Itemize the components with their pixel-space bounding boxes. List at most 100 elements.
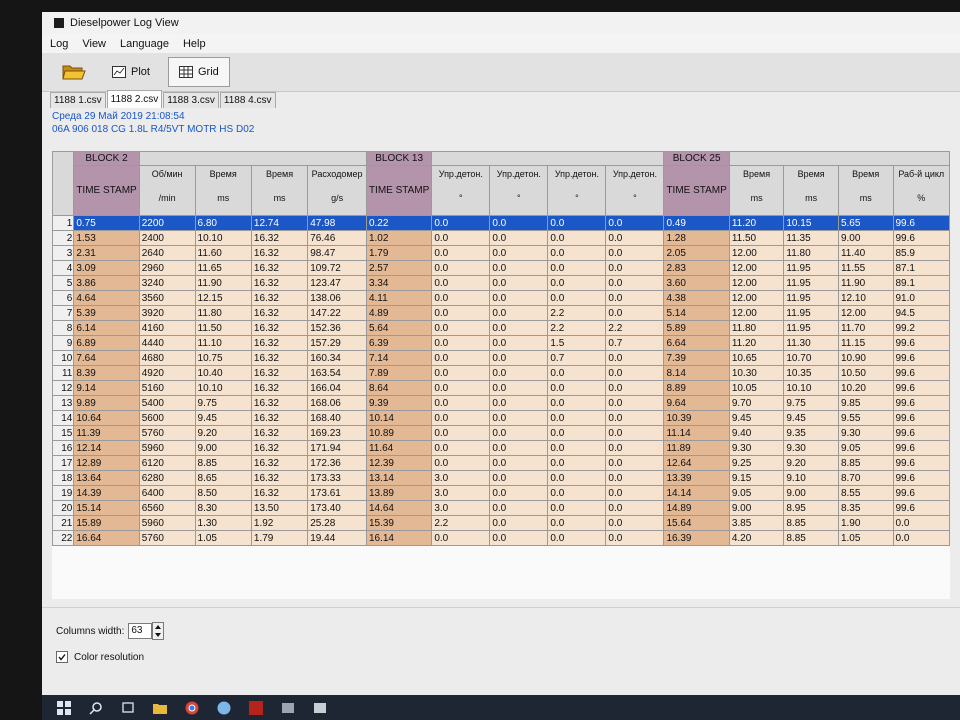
value-cell[interactable]: 99.6 <box>892 455 950 471</box>
value-cell[interactable]: 11.95 <box>783 305 839 321</box>
menu-help[interactable]: Help <box>175 38 212 50</box>
value-cell[interactable]: 99.6 <box>892 500 950 516</box>
timestamp-cell[interactable]: 11.14 <box>663 425 730 441</box>
value-cell[interactable]: 99.2 <box>892 320 950 336</box>
file-explorer-icon[interactable] <box>150 698 170 718</box>
value-cell[interactable]: 1.79 <box>250 530 309 546</box>
timestamp-cell[interactable]: 5.39 <box>73 305 140 321</box>
value-cell[interactable]: 1.5 <box>547 335 607 351</box>
value-cell[interactable]: 169.23 <box>307 425 367 441</box>
row-number[interactable]: 4 <box>52 260 75 276</box>
table-row[interactable]: 17 12.89 6120 8.85 16.32 172.36 12.39 0.0 0.0 0.0… <box>52 455 950 471</box>
column-header[interactable]: Расходомер g/s <box>307 165 367 216</box>
value-cell[interactable]: 11.30 <box>783 335 839 351</box>
value-cell[interactable]: 11.60 <box>194 245 252 261</box>
value-cell[interactable]: 10.75 <box>194 350 252 366</box>
app-icon[interactable] <box>278 698 298 718</box>
value-cell[interactable]: 0.0 <box>605 530 665 546</box>
value-cell[interactable]: 3560 <box>138 290 196 306</box>
row-number[interactable]: 1 <box>52 215 75 231</box>
timestamp-cell[interactable]: 2.31 <box>73 245 140 261</box>
timestamp-cell[interactable]: 16.39 <box>663 530 730 546</box>
value-cell[interactable]: 9.15 <box>728 470 785 486</box>
value-cell[interactable]: 0.0 <box>489 410 549 426</box>
value-cell[interactable]: 99.6 <box>892 395 950 411</box>
value-cell[interactable]: 10.50 <box>837 365 894 381</box>
value-cell[interactable]: 2400 <box>138 230 196 246</box>
value-cell[interactable]: 16.32 <box>250 365 309 381</box>
column-header[interactable]: Упр.детон. ° <box>431 165 491 216</box>
timestamp-cell[interactable]: 3.60 <box>663 275 730 291</box>
timestamp-cell[interactable]: 4.38 <box>663 290 730 306</box>
timestamp-cell[interactable]: 14.14 <box>663 485 730 501</box>
value-cell[interactable]: 16.32 <box>250 290 309 306</box>
value-cell[interactable]: 85.9 <box>892 245 950 261</box>
value-cell[interactable]: 0.0 <box>605 395 665 411</box>
column-header[interactable]: Время ms <box>783 165 839 216</box>
timestamp-cell[interactable]: 11.89 <box>663 440 730 456</box>
value-cell[interactable]: 98.47 <box>307 245 367 261</box>
tab-file-4[interactable]: 1188 4.csv <box>219 92 276 108</box>
timestamp-cell[interactable]: 0.75 <box>73 215 140 231</box>
timestamp-cell[interactable]: 9.89 <box>73 395 140 411</box>
value-cell[interactable]: 87.1 <box>892 260 950 276</box>
row-number[interactable]: 5 <box>52 275 75 291</box>
timestamp-cell[interactable]: 3.86 <box>73 275 140 291</box>
value-cell[interactable]: 9.00 <box>194 440 252 456</box>
row-number[interactable]: 18 <box>52 470 75 486</box>
table-row[interactable]: 12 9.14 5160 10.10 16.32 166.04 8.64 0.0 0.0 0.0 0… <box>52 380 950 396</box>
value-cell[interactable]: 2.2 <box>547 305 607 321</box>
row-number[interactable]: 17 <box>52 455 75 471</box>
timestamp-cell[interactable]: 0.22 <box>365 215 433 231</box>
value-cell[interactable]: 3.85 <box>728 515 785 531</box>
value-cell[interactable]: 9.00 <box>783 485 839 501</box>
value-cell[interactable]: 0.0 <box>489 275 549 291</box>
timestamp-cell[interactable]: 6.39 <box>365 335 433 351</box>
timestamp-cell[interactable]: 2.83 <box>663 260 730 276</box>
value-cell[interactable]: 12.00 <box>728 275 785 291</box>
value-cell[interactable]: 2.2 <box>605 320 665 336</box>
acrobat-icon[interactable] <box>246 698 266 718</box>
value-cell[interactable]: 13.50 <box>250 500 309 516</box>
value-cell[interactable]: 9.10 <box>783 470 839 486</box>
timestamp-column-header[interactable]: TIME STAMP <box>73 165 140 216</box>
timestamp-cell[interactable]: 14.64 <box>365 500 433 516</box>
value-cell[interactable]: 16.32 <box>250 320 309 336</box>
value-cell[interactable]: 9.25 <box>728 455 785 471</box>
value-cell[interactable]: 16.32 <box>250 410 309 426</box>
timestamp-cell[interactable]: 5.14 <box>663 305 730 321</box>
timestamp-cell[interactable]: 2.57 <box>365 260 433 276</box>
value-cell[interactable]: 8.85 <box>783 530 839 546</box>
value-cell[interactable]: 9.30 <box>728 440 785 456</box>
search-icon[interactable] <box>86 698 106 718</box>
tab-file-2[interactable]: 1188 2.csv <box>106 90 163 108</box>
value-cell[interactable]: 99.6 <box>892 410 950 426</box>
value-cell[interactable]: 3920 <box>138 305 196 321</box>
value-cell[interactable]: 0.0 <box>547 215 607 231</box>
table-row[interactable]: 9 6.89 4440 11.10 16.32 157.29 6.39 0.0 0.0 1.5 0.… <box>52 335 950 351</box>
row-number[interactable]: 15 <box>52 425 75 441</box>
value-cell[interactable]: 47.98 <box>307 215 367 231</box>
value-cell[interactable]: 0.0 <box>489 500 549 516</box>
value-cell[interactable]: 0.7 <box>605 335 665 351</box>
value-cell[interactable]: 0.0 <box>605 515 665 531</box>
column-header[interactable]: Об/мин/min <box>138 165 196 216</box>
value-cell[interactable]: 10.70 <box>783 350 839 366</box>
value-cell[interactable]: 12.00 <box>728 305 785 321</box>
value-cell[interactable]: 9.45 <box>728 410 785 426</box>
row-number[interactable]: 6 <box>52 290 75 306</box>
color-resolution-option[interactable]: Color resolution <box>56 651 144 663</box>
value-cell[interactable]: 1.05 <box>837 530 894 546</box>
value-cell[interactable]: 0.0 <box>547 455 607 471</box>
value-cell[interactable]: 2960 <box>138 260 196 276</box>
value-cell[interactable]: 8.85 <box>783 515 839 531</box>
value-cell[interactable]: 0.0 <box>547 485 607 501</box>
table-row[interactable]: 6 4.64 3560 12.15 16.32 138.06 4.11 0.0 0.0 0.0 0.… <box>52 290 950 306</box>
table-row[interactable]: 21 15.89 5960 1.30 1.92 25.28 15.39 2.2 0.0 0.0 0.… <box>52 515 950 531</box>
value-cell[interactable]: 9.45 <box>783 410 839 426</box>
value-cell[interactable]: 11.80 <box>194 305 252 321</box>
value-cell[interactable]: 16.32 <box>250 305 309 321</box>
value-cell[interactable]: 0.0 <box>605 500 665 516</box>
value-cell[interactable]: 0.0 <box>605 230 665 246</box>
timestamp-cell[interactable]: 10.89 <box>365 425 433 441</box>
